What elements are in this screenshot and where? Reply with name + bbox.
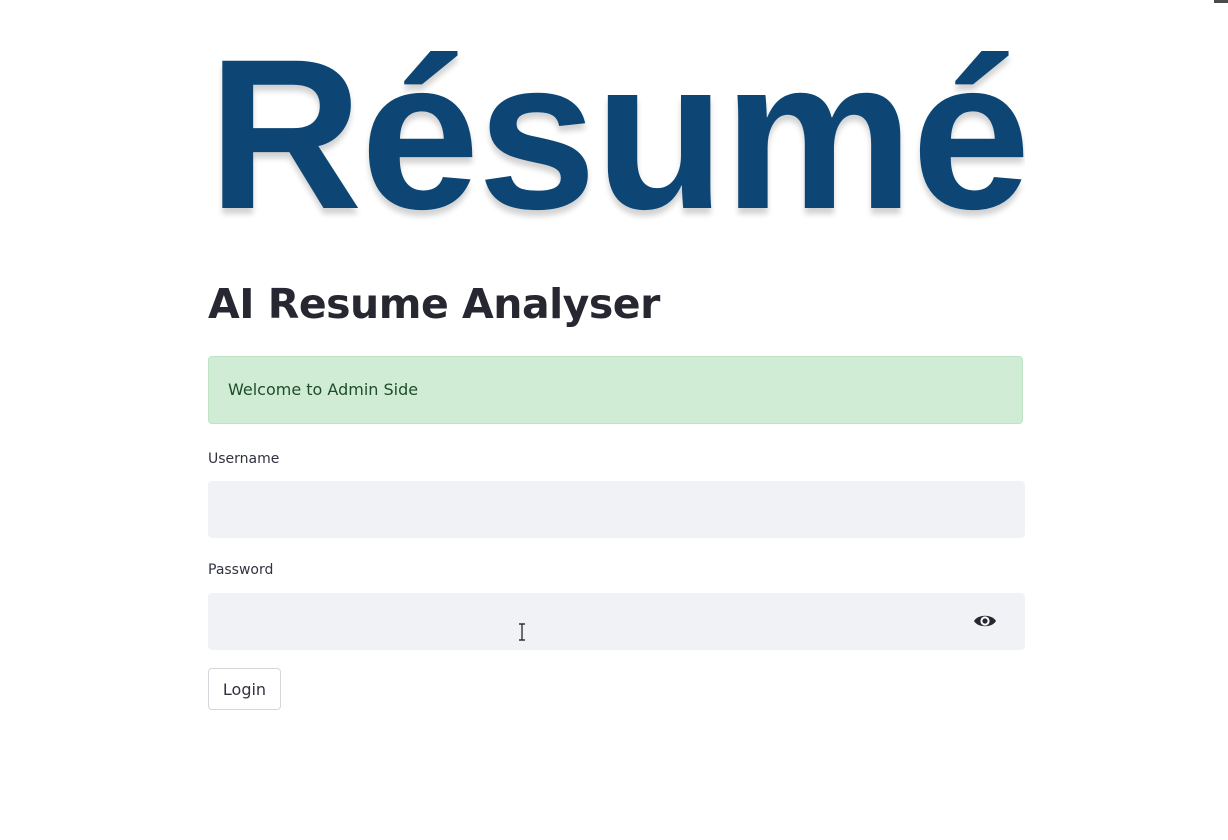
username-label: Username	[208, 451, 280, 467]
page-title: AI Resume Analyser	[208, 280, 660, 328]
password-input[interactable]	[208, 593, 1025, 650]
alert-message: Welcome to Admin Side	[228, 380, 419, 399]
admin-login-page: Résumé AI Resume Analyser Welcome to Adm…	[0, 0, 1228, 840]
show-password-toggle[interactable]	[970, 609, 1000, 633]
password-label: Password	[208, 562, 274, 578]
window-corner-mark	[1214, 0, 1228, 3]
login-button[interactable]: Login	[208, 668, 281, 710]
success-alert: Welcome to Admin Side	[208, 356, 1023, 424]
eye-icon	[974, 615, 996, 627]
username-input[interactable]	[208, 481, 1025, 538]
text-cursor-icon	[518, 623, 526, 641]
resume-logo-text: Résumé	[208, 40, 1025, 230]
resume-logo-image: Résumé	[208, 40, 1025, 230]
